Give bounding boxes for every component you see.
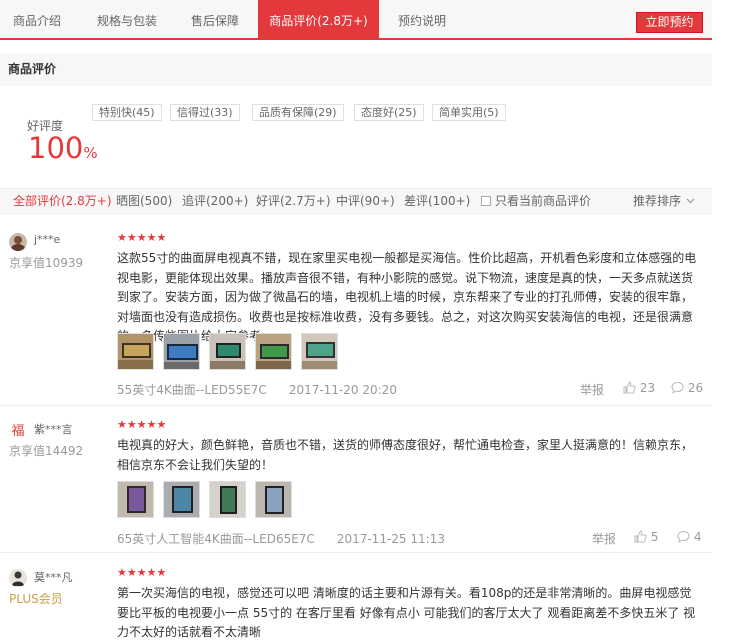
avatar[interactable] [9, 233, 27, 251]
review-item: 莫***凡 PLUS会员 ★★★★★ 第一次买海信的电视，感觉还可以吧 清晰度的… [0, 554, 712, 643]
comment-count: 4 [693, 530, 702, 544]
like-count: 23 [639, 381, 656, 395]
user-level: 京享值10939 [9, 256, 84, 270]
filter-all[interactable]: 全部评价(2.8万+) [13, 189, 112, 213]
review-item: j***e 京享值10939 ★★★★★ 这款55寸的曲面屏电视真不错，现在家里… [0, 222, 712, 406]
like-count: 5 [650, 530, 659, 544]
star-rating: ★★★★★ [117, 418, 167, 431]
only-current-checkbox[interactable] [481, 196, 491, 206]
review-text: 这款55寸的曲面屏电视真不错，现在家里买电视一般都是买海信。性价比超高，开机看色… [117, 251, 697, 343]
review-photo-thumb[interactable] [301, 333, 338, 370]
review-text: 第一次买海信的电视，感觉还可以吧 清晰度的话主要和片源有关。看108p的还是非常… [117, 586, 696, 639]
review-photo-thumb[interactable] [255, 481, 292, 518]
plus-member-badge: PLUS会员 [9, 592, 63, 606]
comment-icon [677, 530, 690, 543]
good-rate-value: 100% [28, 130, 98, 171]
review-photo-thumb[interactable] [117, 481, 154, 518]
avatar[interactable] [9, 569, 27, 587]
reserve-button[interactable]: 立即预约 [636, 12, 703, 33]
review-text: 电视真的好大，颜色鲜艳，音质也不错，送货的师傅态度很好，帮忙通电检查，家里人挺满… [117, 438, 694, 472]
star-rating: ★★★★★ [117, 231, 167, 244]
tab-spec-packaging[interactable]: 规格与包装 [88, 0, 166, 40]
tab-after-sales[interactable]: 售后保障 [180, 0, 250, 40]
review-meta: 55英寸4K曲面--LED55E7C 2017-11-20 20:20 [117, 381, 397, 398]
review-photo-thumb[interactable] [209, 481, 246, 518]
good-rate-number: 100 [28, 131, 84, 165]
comment-count: 26 [687, 381, 704, 395]
like-button[interactable]: 5 [634, 530, 658, 544]
review-photo-thumb[interactable] [209, 333, 246, 370]
like-button[interactable]: 23 [623, 381, 655, 395]
filter-followup[interactable]: 追评(200+) [182, 189, 248, 213]
filter-positive[interactable]: 好评(2.7万+) [256, 189, 331, 213]
user-level: 京享值14492 [9, 444, 84, 458]
thumbs-up-icon [634, 530, 647, 543]
filter-negative[interactable]: 差评(100+) [404, 189, 470, 213]
review-item: 福 紫***言 京享值14492 ★★★★★ 电视真的好大，颜色鲜艳，音质也不错… [0, 406, 712, 553]
review-meta: 65英寸人工智能4K曲面--LED65E7C 2017-11-25 11:13 [117, 530, 445, 547]
username: 莫***凡 [34, 571, 73, 584]
tag-item[interactable]: 简单实用(5) [432, 104, 506, 121]
avatar[interactable]: 福 [9, 421, 27, 439]
review-date: 2017-11-25 11:13 [336, 532, 445, 546]
review-photo-thumb[interactable] [163, 481, 200, 518]
tab-reviews[interactable]: 商品评价(2.8万+) [258, 0, 379, 40]
review-photo-thumb[interactable] [255, 333, 292, 370]
tag-item[interactable]: 信得过(33) [170, 104, 240, 121]
sort-dropdown[interactable]: 推荐排序 [633, 189, 695, 213]
report-link[interactable]: 举报 [580, 381, 604, 398]
report-link[interactable]: 举报 [592, 530, 616, 547]
tag-item[interactable]: 特别快(45) [92, 104, 162, 121]
svg-text:福: 福 [11, 424, 24, 439]
review-photo-thumb[interactable] [163, 333, 200, 370]
tab-reservation-info[interactable]: 预约说明 [387, 0, 457, 40]
tag-item[interactable]: 品质有保障(29) [252, 104, 344, 121]
tab-product-intro[interactable]: 商品介绍 [0, 0, 74, 40]
username: 紫***言 [34, 423, 73, 436]
product-variant: 65英寸人工智能4K曲面--LED65E7C [117, 532, 315, 546]
good-rate-unit: % [83, 144, 98, 162]
tag-item[interactable]: 态度好(25) [354, 104, 424, 121]
thumbs-up-icon [623, 381, 636, 394]
tab-bar: 商品介绍 规格与包装 售后保障 商品评价(2.8万+) 预约说明 立即预约 [0, 0, 712, 40]
filter-photos[interactable]: 晒图(500) [116, 189, 172, 213]
review-filter-bar: 全部评价(2.8万+) 晒图(500) 追评(200+) 好评(2.7万+) 中… [0, 188, 712, 214]
username: j***e [34, 233, 61, 246]
review-date: 2017-11-20 20:20 [288, 383, 397, 397]
section-title: 商品评价 [0, 53, 712, 86]
product-variant: 55英寸4K曲面--LED55E7C [117, 383, 267, 397]
chevron-down-icon [686, 198, 695, 204]
comment-button[interactable]: 26 [671, 381, 703, 395]
comment-icon [671, 381, 684, 394]
review-photo-thumb[interactable] [117, 333, 154, 370]
star-rating: ★★★★★ [117, 566, 167, 579]
filter-neutral[interactable]: 中评(90+) [336, 189, 395, 213]
only-current-label: 只看当前商品评价 [495, 194, 592, 208]
sort-label: 推荐排序 [633, 194, 682, 208]
comment-button[interactable]: 4 [677, 530, 701, 544]
